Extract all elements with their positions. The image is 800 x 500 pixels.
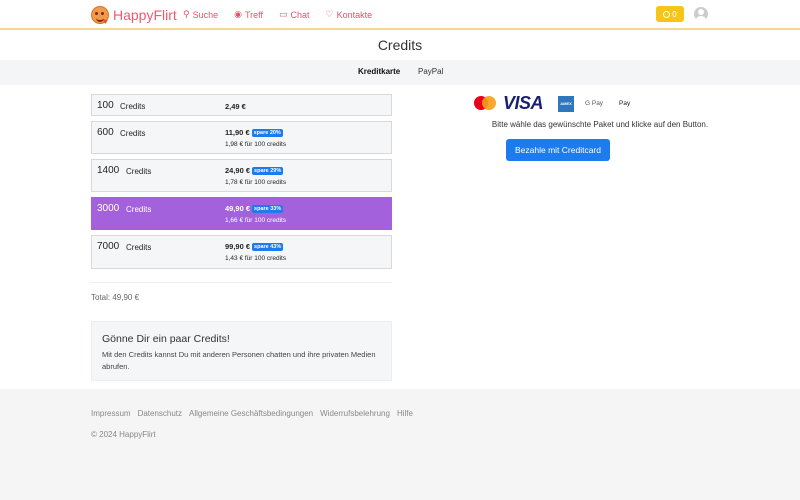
package-price: 11,90 € — [225, 128, 250, 137]
package-amount: 3000 — [97, 203, 120, 214]
package-price-line: 11,90 € spare 20% — [225, 128, 283, 137]
heart-icon: ♡ — [325, 9, 334, 19]
payment-hint: Bitte wähle das gewünschte Paket und kli… — [491, 120, 709, 129]
nav-item-treff[interactable]: ◉ Treff — [234, 9, 263, 20]
credits-info-box: Gönne Dir ein paar Credits! Mit den Cred… — [91, 321, 392, 381]
tab-paypal[interactable]: PayPal — [418, 67, 443, 76]
footer-link-widerruf[interactable]: Widerrufsbelehrung — [320, 409, 390, 418]
package-unit: Credits — [126, 167, 152, 176]
payment-tabs: Kreditkarte PayPal — [0, 60, 800, 85]
nav-item-label: Kontakte — [336, 9, 373, 20]
eye-icon: ◉ — [234, 9, 242, 19]
copyright-text: © 2024 HappyFlirt — [91, 430, 156, 439]
tab-kreditkarte[interactable]: Kreditkarte — [358, 67, 400, 76]
package-amount: 600 — [97, 127, 114, 138]
smiley-logo-icon: ♥ — [91, 6, 109, 26]
google-pay-icon: G Pay — [585, 100, 604, 107]
coin-icon — [663, 10, 671, 18]
package-price-line: 49,90 € spare 33% — [225, 204, 284, 213]
amex-icon: AMEX — [558, 96, 574, 112]
package-price-per-100: 1,78 € für 100 credits — [225, 179, 287, 186]
chat-icon: ▭ — [279, 9, 288, 19]
nav-item-label: Suche — [192, 9, 219, 20]
package-unit: Credits — [120, 129, 146, 138]
coins-count: 0 — [672, 9, 677, 19]
mastercard-icon — [474, 96, 496, 110]
page-title: Credits — [377, 37, 423, 53]
nav-item-label: Treff — [244, 9, 263, 20]
package-unit: Credits — [126, 243, 152, 252]
savings-badge: spare 29% — [252, 167, 284, 175]
user-avatar[interactable] — [694, 7, 708, 21]
info-text: Mit den Credits kannst Du mit anderen Pe… — [102, 350, 376, 371]
footer-link-hilfe[interactable]: Hilfe — [397, 409, 413, 418]
package-option-100[interactable]: 100 Credits 2,49 € — [91, 94, 392, 116]
total-amount: Total: 49,90 € — [91, 293, 140, 302]
nav-item-label: Chat — [290, 9, 310, 20]
info-title: Gönne Dir ein paar Credits! — [102, 333, 230, 345]
nav-item-kontakte[interactable]: ♡ Kontakte — [326, 9, 373, 20]
top-navbar: ♥ HappyFlirt ⚲ Suche ◉ Treff ▭ Chat ♡ Ko… — [0, 0, 800, 30]
package-unit: Credits — [120, 102, 146, 111]
coins-button[interactable]: 0 — [656, 6, 684, 22]
brand-logo-link[interactable]: ♥ HappyFlirt — [91, 6, 177, 26]
divider — [91, 282, 392, 283]
package-option-600[interactable]: 600 Credits 11,90 € spare 20% 1,98 € für … — [91, 121, 392, 154]
footer-links: Impressum Datenschutz Allgemeine Geschäf… — [91, 409, 413, 418]
package-amount: 1400 — [97, 165, 120, 176]
savings-badge: spare 43% — [252, 243, 284, 251]
nav-item-suche[interactable]: ⚲ Suche — [183, 9, 218, 20]
brand-name: HappyFlirt — [113, 7, 177, 23]
package-price: 24,90 € — [225, 166, 251, 175]
nav-item-chat[interactable]: ▭ Chat — [279, 9, 310, 20]
apple-pay-icon: Pay — [619, 100, 631, 107]
visa-icon: VISA — [503, 93, 544, 113]
package-option-1400[interactable]: 1400 Credits 24,90 € spare 29% 1,78 € für… — [91, 159, 392, 192]
package-price: 2,49 € — [225, 102, 246, 111]
savings-badge: spare 20% — [251, 129, 283, 137]
search-icon: ⚲ — [183, 9, 190, 19]
package-price-per-100: 1,43 € für 100 credits — [225, 255, 287, 262]
package-price-per-100: 1,98 € für 100 credits — [225, 141, 287, 148]
package-amount: 100 — [97, 100, 114, 111]
footer-link-impressum[interactable]: Impressum — [91, 409, 131, 418]
main-nav: ⚲ Suche ◉ Treff ▭ Chat ♡ Kontakte — [183, 9, 372, 20]
footer-link-agb[interactable]: Allgemeine Geschäftsbedingungen — [189, 409, 313, 418]
savings-badge: spare 33% — [252, 205, 284, 213]
package-price-line: 24,90 € spare 29% — [225, 166, 284, 175]
footer-link-datenschutz[interactable]: Datenschutz — [138, 409, 182, 418]
package-amount: 7000 — [97, 241, 120, 252]
page-footer: Impressum Datenschutz Allgemeine Geschäf… — [0, 389, 800, 500]
package-option-7000[interactable]: 7000 Credits 99,90 € spare 43% 1,43 € für… — [91, 235, 392, 269]
package-price-line: 99,90 € spare 43% — [225, 242, 284, 251]
package-price: 99,90 € — [225, 242, 251, 251]
package-unit: Credits — [126, 205, 152, 214]
package-option-3000-selected[interactable]: 3000 Credits 49,90 € spare 33% 1,66 € für… — [91, 197, 392, 230]
package-price: 49,90 € — [225, 204, 251, 213]
package-price-per-100: 1,66 € für 100 credits — [225, 217, 287, 224]
pay-with-creditcard-button[interactable]: Bezahle mit Creditcard — [506, 139, 610, 161]
